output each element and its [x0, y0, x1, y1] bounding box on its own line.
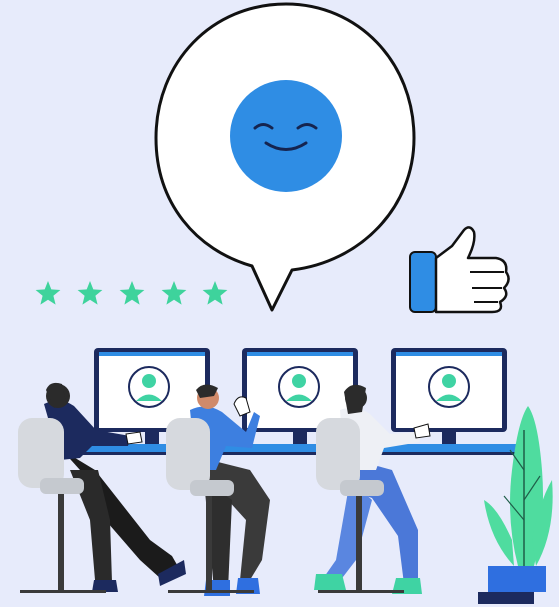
star-rating: [35, 281, 228, 305]
smiley-face-icon: [230, 80, 342, 192]
user-avatar-icon: [428, 366, 470, 408]
user-avatar-icon: [278, 366, 320, 408]
star-icon: [161, 281, 187, 305]
thumbs-up-icon: [409, 226, 510, 314]
desk: [60, 444, 530, 455]
star-icon: [202, 281, 228, 305]
star-icon: [35, 281, 61, 305]
star-icon: [119, 281, 145, 305]
potted-plant: [478, 406, 553, 604]
user-avatar-icon: [128, 366, 170, 408]
customer-satisfaction-illustration: [0, 0, 559, 607]
speech-bubble: [154, 2, 416, 312]
star-icon: [77, 281, 103, 305]
monitor: [391, 348, 507, 444]
